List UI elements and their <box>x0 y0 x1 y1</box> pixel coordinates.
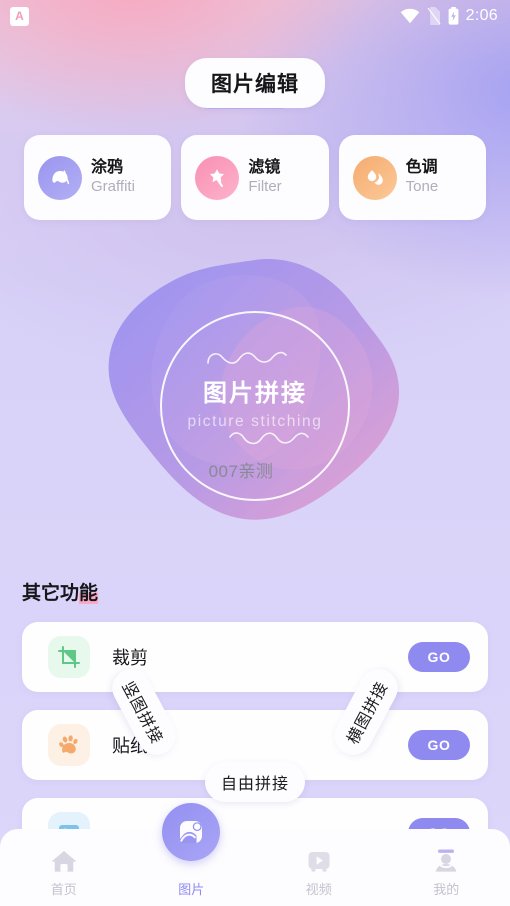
stitching-title-cn: 图片拼接 <box>203 380 307 408</box>
nav-item-profile[interactable]: 我的 <box>383 829 510 906</box>
app-screen: A 2:06 图片编辑 涂鸦 Graffiti 滤镜 Filter 色调 Ton… <box>0 0 510 906</box>
bottom-navigation: 首页 图片 视频 我的 <box>0 803 510 906</box>
no-sim-icon <box>427 7 441 25</box>
stitching-ring-button[interactable]: 图片拼接 picture stitching 007亲测 <box>160 311 350 501</box>
status-bar: A 2:06 <box>0 0 510 32</box>
feature-card-row: 涂鸦 Graffiti 滤镜 Filter 色调 Tone <box>24 135 486 220</box>
feature-card-graffiti-en: Graffiti <box>91 178 135 196</box>
sticker-go-button[interactable]: GO <box>408 730 470 760</box>
droplet-icon <box>352 155 397 200</box>
nav-item-picture-label: 图片 <box>178 882 205 897</box>
feature-card-graffiti[interactable]: 涂鸦 Graffiti <box>24 135 172 220</box>
crop-icon <box>48 636 90 678</box>
feature-card-filter[interactable]: 滤镜 Filter <box>181 135 329 220</box>
feature-card-tone[interactable]: 色调 Tone <box>338 135 486 220</box>
nav-item-home[interactable]: 首页 <box>0 829 128 906</box>
free-stitch-label: 自由拼接 <box>220 776 289 793</box>
nav-item-home-label: 首页 <box>50 882 77 897</box>
stitching-hero: 图片拼接 picture stitching 007亲测 竖图拼接 横图拼接 自… <box>0 248 510 802</box>
brush-icon <box>38 155 82 200</box>
wave-decoration-bottom <box>229 432 309 445</box>
feature-card-tone-en: Tone <box>405 178 439 196</box>
watermark-text: 007亲测 <box>208 462 274 482</box>
nav-item-picture[interactable]: 图片 <box>128 803 256 906</box>
crop-go-button[interactable]: GO <box>408 642 470 672</box>
nav-item-video-label: 视频 <box>305 882 332 897</box>
page-title-wrap: 图片编辑 <box>0 58 510 109</box>
page-title-text: 图片编辑 <box>211 73 299 96</box>
stitching-title-en: picture stitching <box>187 412 323 430</box>
nav-item-profile-label: 我的 <box>433 882 460 897</box>
app-badge-letter: A <box>15 9 24 23</box>
feature-card-tone-cn: 色调 <box>405 159 438 177</box>
status-bar-right: 2:06 <box>400 7 498 25</box>
page-title: 图片编辑 <box>185 58 325 108</box>
other-functions-heading-highlight: 能 <box>79 583 99 604</box>
feature-card-filter-cn: 滤镜 <box>248 159 281 177</box>
app-notification-badge: A <box>10 6 29 26</box>
nav-picture-fab[interactable] <box>162 803 221 861</box>
other-functions-heading-prefix: 其它功 <box>22 583 80 604</box>
list-item-crop-label: 裁剪 <box>112 648 148 668</box>
video-icon <box>308 852 330 872</box>
free-stitch-button[interactable]: 自由拼接 <box>205 762 305 802</box>
wifi-icon <box>400 8 419 24</box>
feature-card-filter-en: Filter <box>248 178 282 196</box>
magic-wand-star-icon <box>195 155 240 200</box>
battery-charging-icon <box>448 7 459 25</box>
person-icon <box>435 849 457 872</box>
status-bar-clock: 2:06 <box>465 7 498 24</box>
home-icon <box>51 851 77 872</box>
nav-item-video[interactable]: 视频 <box>255 829 383 906</box>
sticker-go-label: GO <box>427 737 451 753</box>
paw-icon <box>48 724 90 766</box>
wave-decoration-top <box>207 352 287 365</box>
list-item-crop[interactable]: 裁剪 GO <box>22 622 488 692</box>
picture-icon <box>180 821 203 843</box>
feature-card-graffiti-cn: 涂鸦 <box>91 159 124 177</box>
crop-go-label: GO <box>427 649 451 665</box>
other-functions-heading: 其它功能 <box>22 578 99 605</box>
